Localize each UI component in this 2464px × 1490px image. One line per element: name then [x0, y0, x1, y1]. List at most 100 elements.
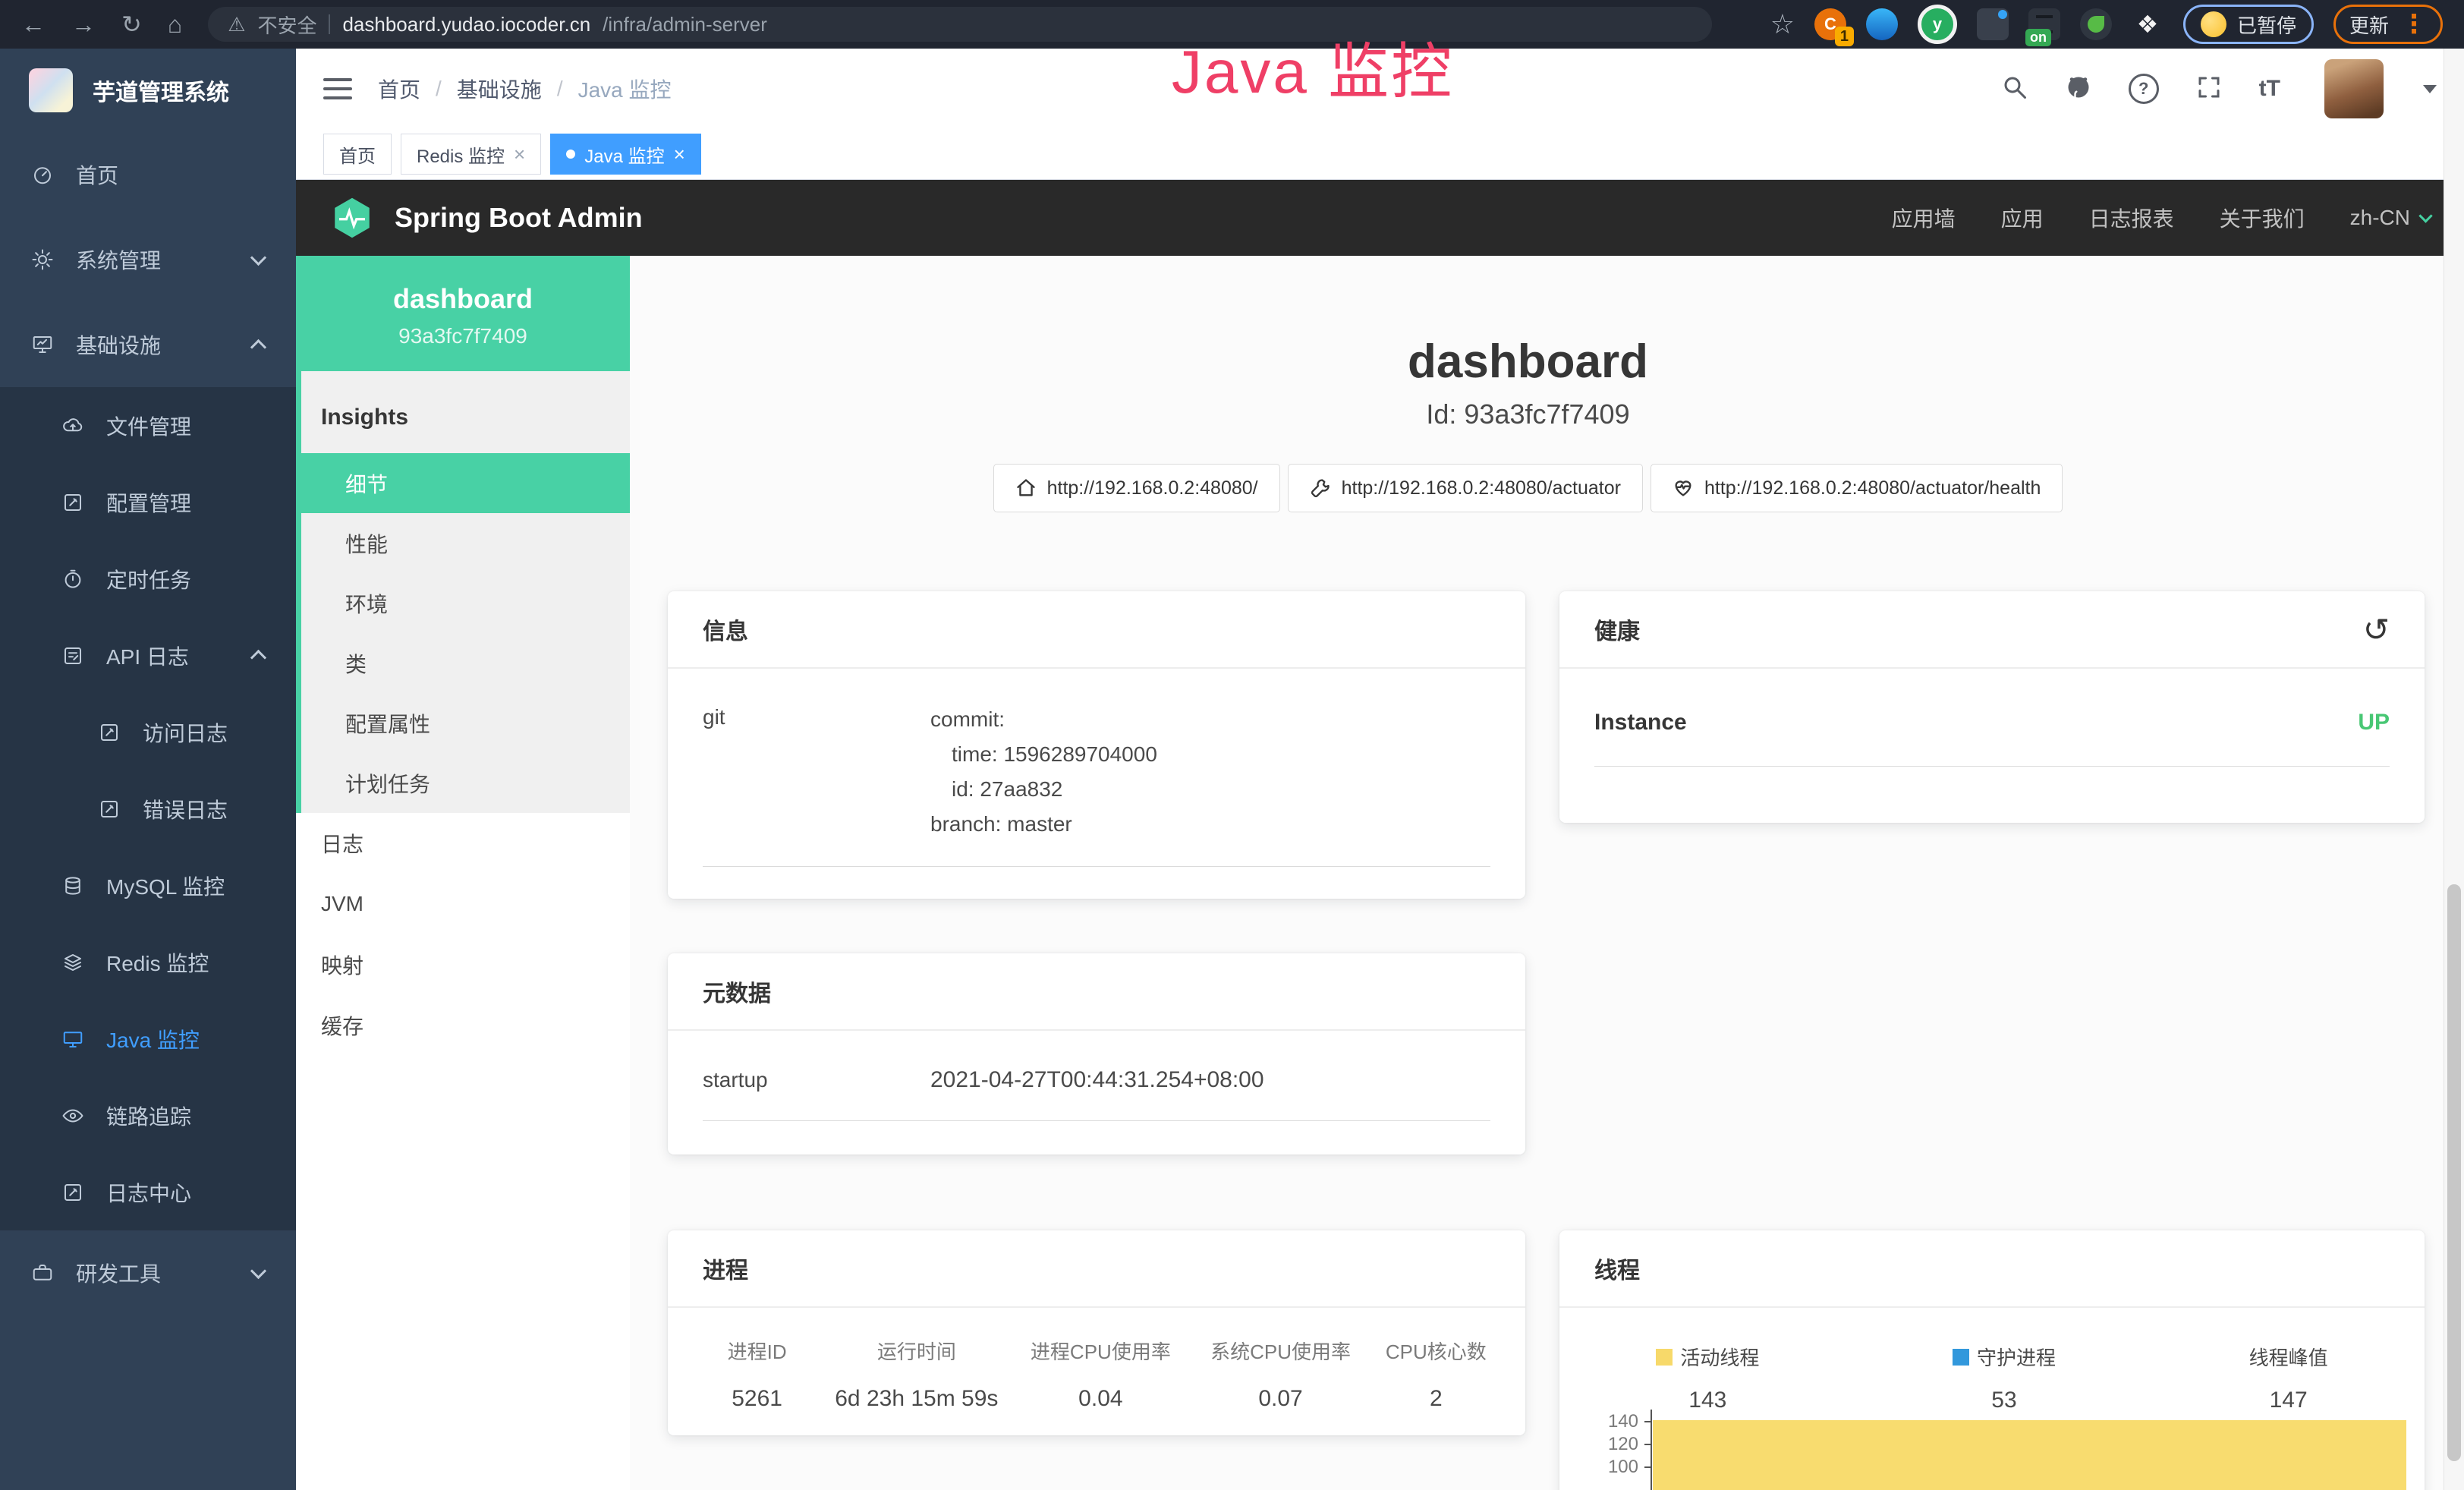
- sidebar-item-file[interactable]: 文件管理: [0, 387, 296, 464]
- sba-menu-metrics[interactable]: 性能: [301, 513, 630, 573]
- tab-java-monitor[interactable]: Java 监控: [550, 134, 701, 175]
- sba-menu-config-props[interactable]: 配置属性: [301, 693, 630, 753]
- sba-header: Spring Boot Admin 应用墙 应用 日志报表 关于我们 zh-CN: [296, 180, 2464, 256]
- insights-group: Insights 细节 性能 环境 类 配置属性 计划任务: [296, 371, 630, 813]
- actuator-url-button[interactable]: http://192.168.0.2:48080/actuator: [1288, 464, 1643, 512]
- sidebar-item-api-log[interactable]: API 日志: [0, 617, 296, 694]
- update-chip[interactable]: 更新: [2333, 5, 2443, 44]
- spring-boot-admin-logo-icon[interactable]: [329, 195, 375, 241]
- sba-language-select[interactable]: zh-CN: [2350, 206, 2431, 230]
- sba-menu-mappings[interactable]: 映射: [296, 934, 630, 995]
- sba-menu-details[interactable]: 细节: [296, 453, 630, 513]
- history-icon[interactable]: [2363, 611, 2390, 648]
- tab-home[interactable]: 首页: [323, 134, 392, 175]
- instance-id: 93a3fc7f7409: [304, 324, 622, 348]
- sba-nav-wallboard[interactable]: 应用墙: [1892, 203, 1956, 233]
- close-icon[interactable]: [514, 143, 525, 166]
- github-icon[interactable]: [2065, 74, 2092, 105]
- sidebar-item-infra[interactable]: 基础设施: [0, 302, 296, 387]
- page-scrollbar-track[interactable]: [2444, 49, 2464, 1490]
- extension-pin-icon[interactable]: [1866, 8, 1898, 40]
- sidebar-item-home[interactable]: 首页: [0, 132, 296, 217]
- extension-green-y-icon[interactable]: y: [1918, 5, 1957, 44]
- table-row: Instance UP: [1594, 710, 2390, 767]
- column-header: 系统CPU使用率: [1194, 1337, 1366, 1365]
- extension-switch-icon[interactable]: on: [2028, 8, 2060, 40]
- tab-redis-monitor[interactable]: Redis 监控: [401, 134, 541, 175]
- sba-menu-scheduled-tasks[interactable]: 计划任务: [301, 753, 630, 813]
- sba-nav-about[interactable]: 关于我们: [2220, 203, 2305, 233]
- sba-nav-journal[interactable]: 日志报表: [2089, 203, 2174, 233]
- page-scrollbar-thumb[interactable]: [2447, 884, 2461, 1461]
- column-header: 运行时间: [826, 1337, 1006, 1365]
- sba-menu-environment[interactable]: 环境: [301, 573, 630, 633]
- forward-icon[interactable]: →: [71, 12, 96, 36]
- sba-menu-caches[interactable]: 缓存: [296, 995, 630, 1056]
- browser-toolbar: ← → ↻ ⌂ 不安全 dashboard.yudao.iocoder.cn/i…: [0, 0, 2464, 49]
- breadcrumb-home[interactable]: 首页: [378, 74, 420, 104]
- avatar-caret-icon[interactable]: [2423, 85, 2437, 93]
- service-url-button[interactable]: http://192.168.0.2:48080/: [993, 464, 1280, 512]
- axis-tick: [1644, 1444, 1652, 1445]
- card-title: 元数据: [703, 975, 771, 1008]
- log-edit-icon: [61, 644, 85, 668]
- sidebar-item-trace[interactable]: 链路追踪: [0, 1077, 296, 1154]
- extension-leaf-icon[interactable]: [2080, 8, 2112, 40]
- reload-icon[interactable]: ↻: [121, 12, 142, 36]
- search-icon[interactable]: [2001, 74, 2028, 105]
- sba-nav-applications[interactable]: 应用: [2001, 203, 2044, 233]
- close-icon[interactable]: [674, 143, 685, 166]
- axis-tick: [1644, 1421, 1652, 1422]
- breadcrumb: 首页 基础设施 Java 监控: [378, 74, 672, 104]
- extension-grid-icon[interactable]: [1977, 8, 2009, 40]
- sidebar-item-access-log[interactable]: 访问日志: [0, 694, 296, 770]
- column-header: 进程CPU使用率: [1006, 1337, 1194, 1365]
- browser-menu-icon[interactable]: [2401, 9, 2427, 39]
- profile-paused-chip[interactable]: 已暂停: [2183, 5, 2314, 44]
- sidebar-item-redis[interactable]: Redis 监控: [0, 924, 296, 1000]
- sidebar-item-label: 系统管理: [76, 244, 161, 275]
- sidebar-item-job[interactable]: 定时任务: [0, 540, 296, 617]
- instance-header: dashboard 93a3fc7f7409: [296, 256, 630, 371]
- font-size-icon[interactable]: tT: [2259, 76, 2280, 102]
- sidebar-item-java-monitor[interactable]: Java 监控: [0, 1000, 296, 1077]
- git-time-line: time: 1596289704000: [930, 737, 1490, 772]
- sba-brand-title[interactable]: Spring Boot Admin: [395, 202, 643, 234]
- sba-menu-logs[interactable]: 日志: [296, 813, 630, 874]
- sidebar-item-dev-tools[interactable]: 研发工具: [0, 1230, 296, 1315]
- avatar[interactable]: [2324, 59, 2384, 118]
- sba-sidebar: dashboard 93a3fc7f7409 Insights 细节 性能 环境…: [296, 256, 630, 1490]
- extension-colorzilla-icon[interactable]: C1: [1814, 8, 1846, 40]
- bookmark-star-icon[interactable]: [1770, 8, 1795, 40]
- legend-swatch-blue-icon: [1953, 1349, 1969, 1366]
- database-icon: [61, 874, 85, 898]
- sidebar-item-log-center[interactable]: 日志中心: [0, 1154, 296, 1230]
- sidebar-item-system[interactable]: 系统管理: [0, 217, 296, 302]
- hamburger-icon[interactable]: [323, 78, 352, 99]
- admin-sidebar: 芋道管理系统 首页 系统管理 基础设施 文件管理: [0, 49, 296, 1490]
- sidebar-logo-row[interactable]: 芋道管理系统: [0, 49, 296, 132]
- health-url-button[interactable]: http://192.168.0.2:48080/actuator/health: [1651, 464, 2063, 512]
- sba-menu-classes[interactable]: 类: [301, 633, 630, 693]
- sidebar-item-error-log[interactable]: 错误日志: [0, 770, 296, 847]
- url-path: /infra/admin-server: [603, 13, 767, 36]
- extensions-puzzle-icon[interactable]: [2132, 8, 2163, 40]
- edit-square-icon: [61, 490, 85, 515]
- home-icon[interactable]: ⌂: [168, 12, 182, 36]
- extension-badge: 1: [1835, 27, 1854, 46]
- threads-legend: 活动线程 143 守护进程 53: [1559, 1343, 2425, 1413]
- column-header: 进程ID: [688, 1337, 826, 1365]
- health-card-header: 健康: [1559, 591, 2425, 669]
- address-bar[interactable]: 不安全 dashboard.yudao.iocoder.cn/infra/adm…: [208, 7, 1712, 42]
- chart-plot-area: [1651, 1410, 2406, 1490]
- help-icon[interactable]: [2129, 74, 2159, 104]
- fullscreen-icon[interactable]: [2195, 74, 2223, 105]
- sidebar-item-config[interactable]: 配置管理: [0, 464, 296, 540]
- sba-menu-jvm[interactable]: JVM: [296, 874, 630, 934]
- timer-icon: [61, 567, 85, 591]
- breadcrumb-infra[interactable]: 基础设施: [457, 74, 542, 104]
- sidebar-item-mysql[interactable]: MySQL 监控: [0, 847, 296, 924]
- insights-section-title: Insights: [301, 371, 630, 453]
- back-icon[interactable]: ←: [21, 12, 46, 36]
- sidebar-item-label: Java 监控: [106, 1024, 200, 1054]
